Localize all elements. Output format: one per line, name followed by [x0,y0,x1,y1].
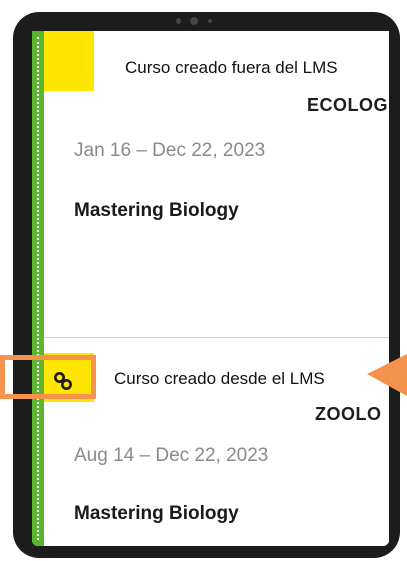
course-list-screen: Curso creado fuera del LMS ECOLOG Jan 16… [32,31,389,546]
course-dates: Aug 14 – Dec 22, 2023 [74,445,269,466]
course-dates: Jan 16 – Dec 22, 2023 [74,140,266,161]
course-caption: Curso creado fuera del LMS [125,58,338,77]
callout-box [0,355,96,399]
course-code: ECOLOG [307,95,389,115]
course-caption: Curso creado desde el LMS [114,369,325,388]
camera-lens [190,17,198,25]
course-code: ZOOLO [315,404,382,424]
status-strip-dots [37,37,39,540]
course-product: Mastering Biology [74,503,239,524]
callout-arrow-icon [367,354,407,396]
course-card-ecology[interactable]: Curso creado fuera del LMS ECOLOG Jan 16… [44,31,389,333]
course-product: Mastering Biology [74,200,239,221]
status-strip [32,31,44,546]
highlight-marker [44,31,94,91]
camera-dot [176,18,181,24]
sensor-dot [208,19,212,23]
